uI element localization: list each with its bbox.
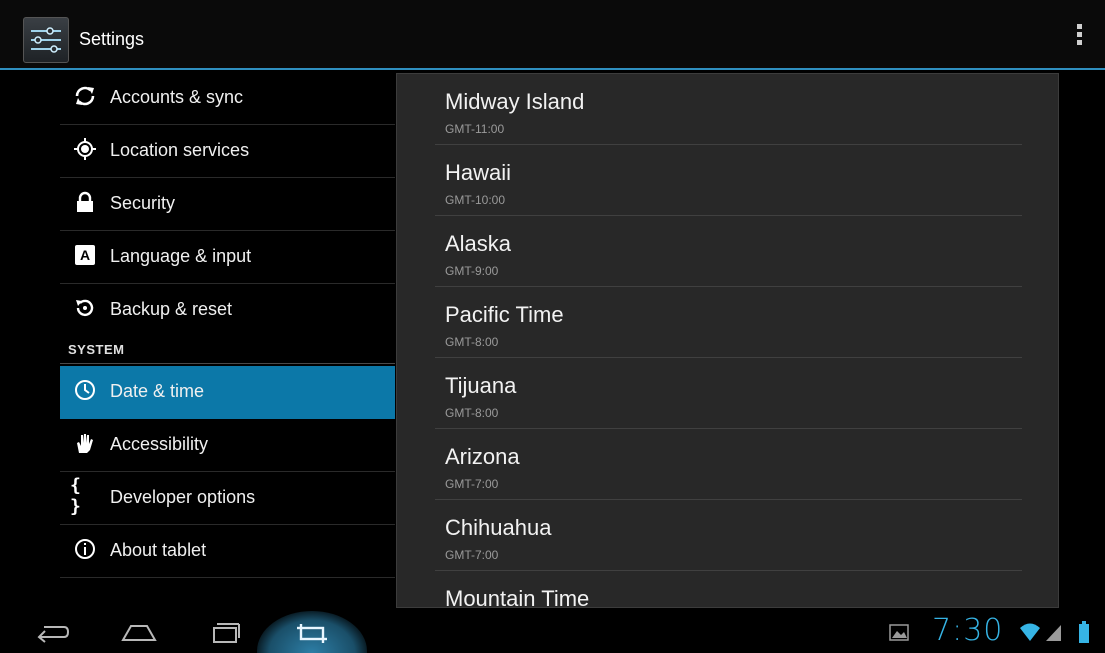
wifi-icon <box>1020 623 1040 641</box>
action-bar: Settings <box>0 0 1105 70</box>
page-title: Settings <box>79 29 145 49</box>
timezone-item[interactable]: Pacific Time GMT-8:00 <box>435 287 1022 358</box>
home-icon <box>121 625 157 641</box>
signal-status <box>1043 615 1063 649</box>
screenshot-button[interactable] <box>290 615 334 649</box>
sidebar-item-location-services[interactable]: Location services <box>60 125 395 178</box>
location-icon <box>73 137 97 161</box>
timezone-name: Alaska <box>445 231 512 256</box>
timezone-item[interactable]: Mountain Time <box>435 571 1022 608</box>
sidebar-item-label: Security <box>110 193 176 213</box>
back-icon <box>37 626 70 643</box>
settings-header-list: Accounts & sync Location services Securi… <box>0 72 396 611</box>
recent-apps-button[interactable] <box>203 615 247 649</box>
sidebar-item-label: Backup & reset <box>110 299 233 319</box>
timezone-name: Pacific Time <box>445 302 564 327</box>
status-clock[interactable]: 7:30 <box>932 613 1003 648</box>
timezone-item[interactable]: Hawaii GMT-10:00 <box>435 145 1022 216</box>
timezone-offset: GMT-8:00 <box>445 335 499 349</box>
lock-icon <box>73 190 97 214</box>
system-bar: 7:30 <box>0 611 1105 653</box>
image-notification-icon <box>889 624 909 641</box>
sidebar-item-label: Developer options <box>110 487 256 507</box>
sidebar-item-date-time[interactable]: Date & time <box>60 366 395 419</box>
recent-apps-icon <box>213 623 240 643</box>
sidebar-item-backup-reset[interactable]: Backup & reset <box>60 284 395 337</box>
timezone-name: Mountain Time <box>445 586 590 608</box>
gallery-notification[interactable] <box>884 615 914 649</box>
sidebar-item-accessibility[interactable]: Accessibility <box>60 419 395 472</box>
back-button[interactable] <box>30 615 74 649</box>
timezone-item[interactable]: Alaska GMT-9:00 <box>435 216 1022 287</box>
timezone-item[interactable]: Tijuana GMT-8:00 <box>435 358 1022 429</box>
sidebar-item-label: Accounts & sync <box>110 87 244 107</box>
timezone-name: Midway Island <box>445 89 585 114</box>
screenshot-icon <box>297 624 327 643</box>
sidebar-item-label: Location services <box>110 140 250 160</box>
keyboard-letter-icon: A <box>73 243 97 267</box>
overflow-menu-icon[interactable] <box>1072 24 1086 50</box>
timezone-offset: GMT-8:00 <box>445 406 499 420</box>
braces-icon: { } <box>70 475 81 517</box>
timezone-list-dialog[interactable]: Midway Island GMT-11:00 Hawaii GMT-10:00… <box>396 73 1059 608</box>
sidebar-item-label: Accessibility <box>110 434 209 454</box>
signal-icon <box>1046 625 1061 641</box>
timezone-item[interactable]: Chihuahua GMT-7:00 <box>435 500 1022 571</box>
battery-status <box>1076 615 1092 649</box>
timezone-name: Hawaii <box>445 160 512 185</box>
info-icon <box>73 537 97 561</box>
timezone-offset: GMT-7:00 <box>445 548 499 562</box>
sidebar-item-accounts-sync[interactable]: Accounts & sync <box>60 72 395 125</box>
timezone-offset: GMT-7:00 <box>445 477 499 491</box>
timezone-item[interactable]: Arizona GMT-7:00 <box>435 429 1022 500</box>
sync-icon <box>73 84 97 108</box>
sidebar-item-label: Date & time <box>110 381 205 401</box>
timezone-offset: GMT-10:00 <box>445 193 506 207</box>
sidebar-item-label: Language & input <box>110 246 252 266</box>
sidebar-item-language-input[interactable]: A Language & input <box>60 231 395 284</box>
timezone-name: Chihuahua <box>445 515 552 540</box>
restore-icon <box>73 296 97 320</box>
timezone-offset: GMT-11:00 <box>445 122 505 136</box>
sidebar-item-security[interactable]: Security <box>60 178 395 231</box>
timezone-name: Arizona <box>445 444 520 469</box>
clock-icon <box>73 378 97 402</box>
sidebar-item-label: About tablet <box>110 540 207 560</box>
hand-icon <box>73 431 97 455</box>
timezone-offset: GMT-9:00 <box>445 264 499 278</box>
settings-sliders-icon <box>31 27 61 53</box>
wifi-status <box>1018 615 1042 649</box>
sidebar-item-about-tablet[interactable]: About tablet <box>60 525 395 578</box>
timezone-item[interactable]: Midway Island GMT-11:00 <box>435 74 1022 145</box>
home-button[interactable] <box>117 615 161 649</box>
timezone-name: Tijuana <box>445 373 517 398</box>
section-header-system: SYSTEM <box>68 342 125 357</box>
section-divider <box>60 363 395 364</box>
settings-app-icon[interactable] <box>23 17 69 63</box>
sidebar-item-developer-options[interactable]: { } Developer options <box>60 472 395 525</box>
svg-text:A: A <box>80 247 90 263</box>
battery-icon <box>1079 621 1089 643</box>
